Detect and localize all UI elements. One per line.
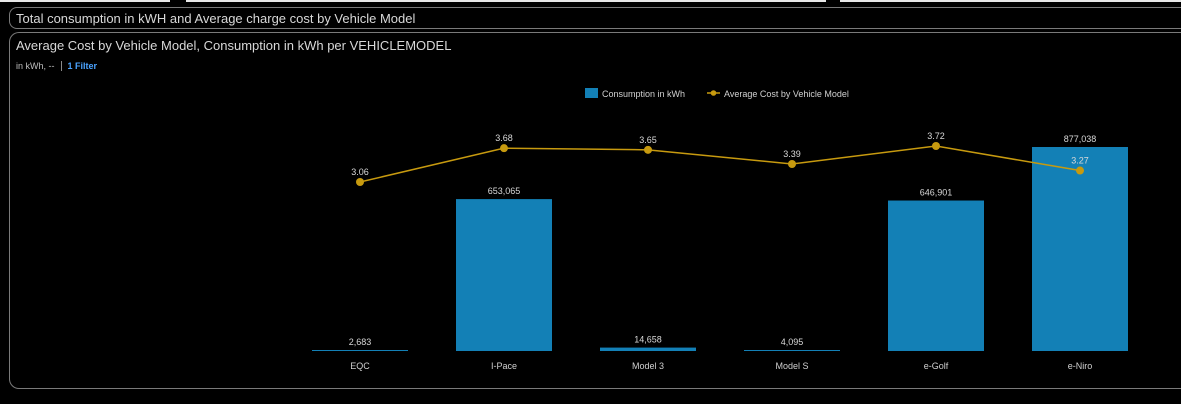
average-cost-label: 3.65 — [639, 135, 657, 145]
average-cost-label: 3.06 — [351, 167, 369, 177]
bar-eqc[interactable] — [312, 350, 408, 351]
average-cost-point[interactable] — [788, 160, 796, 168]
legend-line-marker — [710, 90, 717, 96]
average-cost-point[interactable] — [644, 145, 652, 154]
bar-e-niro[interactable] — [1032, 147, 1128, 351]
category-label: EQC — [350, 361, 370, 371]
category-label: e-Niro — [1068, 361, 1093, 371]
category-label: Model 3 — [632, 361, 664, 371]
average-cost-label: 3.39 — [783, 149, 801, 159]
bar-model-3[interactable] — [600, 347, 696, 351]
average-cost-point[interactable] — [500, 144, 508, 153]
category-label: I-Pace — [491, 361, 517, 371]
legend-bar-swatch — [585, 88, 598, 98]
legend-line-label: Average Cost by Vehicle Model — [724, 89, 849, 99]
average-cost-label: 3.68 — [495, 133, 513, 143]
category-label: Model S — [775, 361, 808, 371]
average-cost-label: 3.27 — [1071, 156, 1089, 166]
average-cost-point[interactable] — [1076, 166, 1084, 175]
bar-value-label: 877,038 — [1064, 134, 1097, 144]
average-cost-point[interactable] — [932, 142, 940, 150]
bar-model-s[interactable] — [744, 350, 840, 351]
bar-value-label: 646,901 — [920, 188, 953, 198]
bar-e-golf[interactable] — [888, 200, 984, 351]
average-cost-line — [359, 145, 1081, 183]
legend-bar-label: Consumption in kWh — [602, 89, 685, 99]
bar-i-pace[interactable] — [456, 199, 552, 351]
bar-value-label: 2,683 — [349, 337, 372, 347]
bar-value-label: 653,065 — [488, 186, 521, 196]
average-cost-label: 3.72 — [927, 131, 945, 141]
bar-value-label: 14,658 — [634, 335, 662, 345]
average-cost-point[interactable] — [356, 178, 364, 186]
bar-value-label: 4,095 — [781, 337, 804, 347]
combo-chart: Consumption in kWh Average Cost by Vehicl… — [312, 88, 1128, 371]
category-label: e-Golf — [924, 361, 949, 371]
